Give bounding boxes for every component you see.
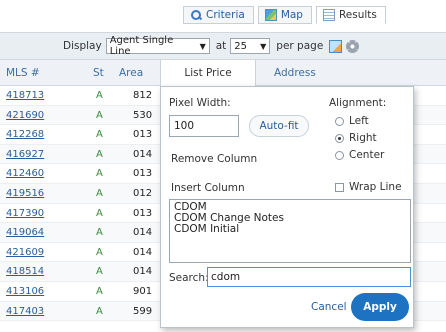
mls-link[interactable]: 417403	[6, 302, 44, 321]
column-header-address[interactable]: Address	[274, 60, 316, 86]
mls-link[interactable]: 421690	[6, 106, 44, 125]
per-page-select-value: 25	[234, 40, 248, 52]
column-header-list-price[interactable]: List Price	[160, 60, 256, 86]
gear-icon[interactable]	[346, 39, 360, 53]
tab-results[interactable]: Results	[315, 6, 386, 24]
area-cell: 530	[133, 109, 153, 121]
wrap-line-option[interactable]: Wrap Line	[335, 181, 402, 193]
mls-link[interactable]: 412460	[6, 164, 44, 183]
mls-link[interactable]: 419516	[6, 184, 44, 203]
mls-link[interactable]: 416927	[6, 145, 44, 164]
status-cell: A	[96, 109, 103, 121]
search-label: Search:	[169, 272, 209, 284]
export-icon[interactable]	[329, 39, 343, 53]
mls-link[interactable]: 413106	[6, 282, 44, 301]
area-cell: 014	[133, 246, 153, 258]
wrap-line-label: Wrap Line	[349, 181, 402, 193]
mls-link[interactable]: 418713	[6, 86, 44, 105]
per-page-select[interactable]: 25 ▼	[230, 38, 271, 54]
at-label: at	[215, 40, 227, 52]
column-search-input[interactable]: cdom	[207, 267, 411, 287]
results-icon	[322, 9, 335, 21]
area-cell: 013	[133, 207, 153, 219]
search-icon	[190, 9, 202, 21]
list-item[interactable]: CDOM Initial	[174, 224, 406, 235]
radio-center[interactable]	[335, 150, 344, 160]
area-cell: 012	[133, 187, 153, 199]
map-icon	[264, 9, 277, 21]
area-cell: 901	[133, 285, 153, 297]
alignment-label: Alignment:	[329, 97, 387, 109]
mls-link[interactable]: 421609	[6, 243, 44, 262]
status-cell: A	[96, 285, 103, 297]
display-select-value: Agent Single Line	[109, 35, 174, 57]
mls-link[interactable]: 412268	[6, 125, 44, 144]
area-cell: 599	[133, 305, 153, 317]
align-right-label: Right	[349, 132, 377, 144]
insert-column-list[interactable]: CDOM CDOM Change Notes CDOM Initial	[169, 199, 411, 263]
column-header-status[interactable]: St	[93, 60, 104, 86]
status-cell: A	[96, 227, 103, 239]
autofit-button[interactable]: Auto-fit	[249, 115, 309, 137]
area-cell: 014	[133, 227, 153, 239]
chevron-down-icon: ▼	[199, 41, 206, 51]
radio-right[interactable]	[335, 133, 344, 143]
chevron-down-icon: ▼	[260, 41, 267, 51]
status-cell: A	[96, 246, 103, 258]
wrap-line-checkbox[interactable]	[335, 182, 344, 192]
tab-criteria-label: Criteria	[206, 9, 245, 21]
area-cell: 013	[133, 129, 153, 141]
results-grid-header: MLS # St Area List Price Address	[0, 60, 446, 86]
column-header-area[interactable]: Area	[119, 60, 143, 86]
align-center-label: Center	[349, 149, 385, 161]
display-select[interactable]: Agent Single Line ▼	[105, 35, 210, 57]
status-cell: A	[96, 129, 103, 141]
status-cell: A	[96, 168, 103, 180]
mls-link[interactable]: 418514	[6, 262, 44, 281]
column-settings-popup: Pixel Width: 100 Auto-fit Alignment: Lef…	[160, 86, 414, 328]
column-header-mls[interactable]: MLS #	[6, 60, 40, 86]
align-left-label: Left	[349, 115, 369, 127]
area-cell: 014	[133, 148, 153, 160]
status-cell: A	[96, 305, 103, 317]
tab-map-label: Map	[280, 9, 303, 21]
status-cell: A	[96, 90, 103, 101]
status-cell: A	[96, 187, 103, 199]
area-cell: 812	[133, 90, 153, 101]
status-cell: A	[96, 148, 103, 160]
remove-column-link[interactable]: Remove Column	[171, 153, 257, 165]
status-cell: A	[96, 207, 103, 219]
pixel-width-label: Pixel Width:	[169, 97, 231, 109]
radio-left[interactable]	[335, 116, 344, 126]
view-tabs: Criteria Map Results	[183, 6, 386, 24]
area-cell: 013	[133, 168, 153, 180]
per-page-label: per page	[276, 40, 324, 52]
tab-criteria[interactable]: Criteria	[183, 6, 254, 24]
pixel-width-input[interactable]: 100	[169, 115, 239, 137]
tab-results-label: Results	[338, 9, 377, 21]
align-right-option[interactable]: Right	[335, 132, 377, 144]
area-cell: 014	[133, 266, 153, 278]
status-cell: A	[96, 266, 103, 278]
mls-link[interactable]: 419064	[6, 223, 44, 242]
cancel-button[interactable]: Cancel	[311, 295, 347, 319]
align-center-option[interactable]: Center	[335, 149, 384, 161]
display-label: Display	[63, 40, 102, 52]
display-toolbar: Display Agent Single Line ▼ at 25 ▼ per …	[0, 32, 446, 60]
apply-button[interactable]: Apply	[351, 293, 409, 321]
insert-column-label: Insert Column	[171, 182, 245, 194]
mls-link[interactable]: 417390	[6, 204, 44, 223]
align-left-option[interactable]: Left	[335, 115, 369, 127]
tab-map[interactable]: Map	[257, 6, 312, 24]
